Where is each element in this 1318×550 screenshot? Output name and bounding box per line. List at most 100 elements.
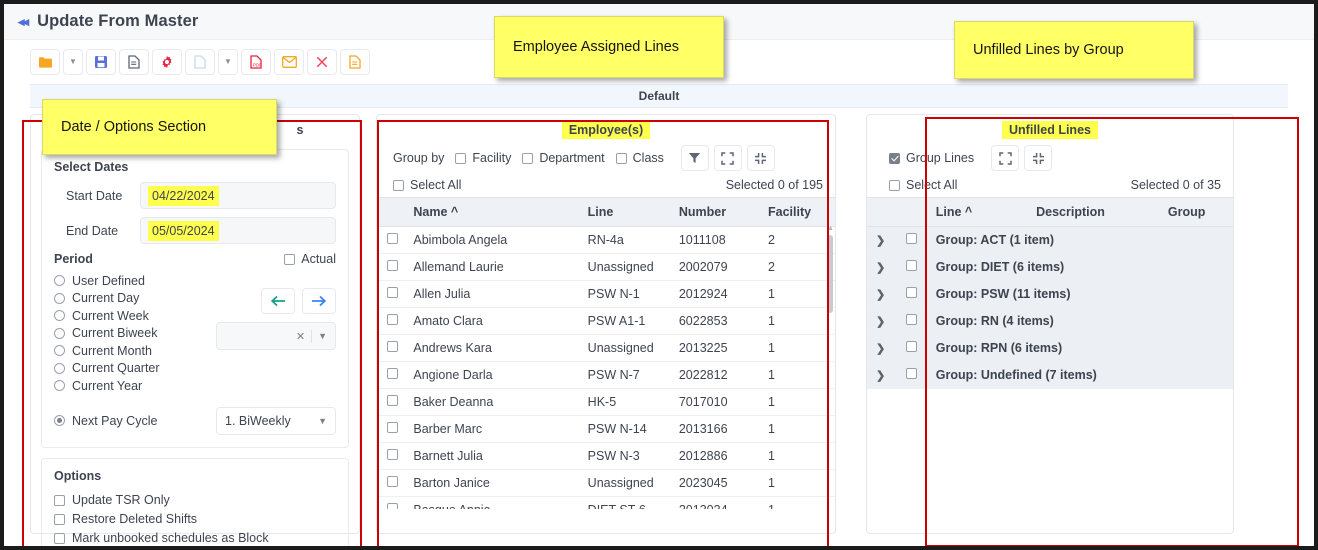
- new-page-dropdown-button[interactable]: ▼: [218, 49, 238, 75]
- checkbox-icon[interactable]: [906, 287, 918, 298]
- checkbox-icon[interactable]: [386, 449, 398, 460]
- next-pay-cycle-option[interactable]: Next Pay Cycle: [54, 412, 157, 430]
- table-row[interactable]: Barton Janice Unassigned 2023045 1: [377, 469, 835, 497]
- row-checkbox-cell[interactable]: [894, 253, 930, 281]
- unfilled-expand-button[interactable]: [991, 145, 1020, 171]
- checkbox-icon[interactable]: [522, 152, 534, 164]
- group-by-department[interactable]: Department: [522, 151, 605, 165]
- table-row[interactable]: ❯ Group: PSW (11 items): [867, 280, 1233, 308]
- table-row[interactable]: Baker Deanna HK-5 7017010 1: [377, 388, 835, 416]
- period-option-current-week[interactable]: Current Week: [54, 307, 208, 325]
- row-checkbox-cell[interactable]: [377, 415, 408, 443]
- end-date-input[interactable]: 05/05/2024: [140, 217, 336, 244]
- row-checkbox-cell[interactable]: [377, 442, 408, 470]
- checkbox-icon[interactable]: [386, 422, 398, 433]
- chevron-down-icon[interactable]: ▼: [318, 331, 327, 341]
- checkbox-icon[interactable]: [889, 179, 900, 191]
- checkbox-icon[interactable]: [889, 152, 900, 164]
- col-line[interactable]: Line: [581, 197, 673, 227]
- period-option-current-biweek[interactable]: Current Biweek: [54, 325, 208, 343]
- period-option-current-year[interactable]: Current Year: [54, 377, 208, 395]
- employee-filter-button[interactable]: [680, 145, 709, 171]
- expander-cell[interactable]: ❯: [867, 307, 895, 335]
- actual-checkbox[interactable]: [284, 253, 296, 265]
- actual-checkbox-row[interactable]: Actual: [284, 252, 336, 266]
- checkbox-icon[interactable]: [906, 233, 918, 244]
- new-page-button[interactable]: [185, 49, 215, 75]
- checkbox-icon[interactable]: [54, 494, 65, 506]
- chevron-right-icon[interactable]: ❯: [876, 343, 885, 355]
- settings-button[interactable]: [152, 49, 182, 75]
- table-row[interactable]: Allemand Laurie Unassigned 2002079 2: [377, 253, 835, 281]
- document-button[interactable]: [119, 49, 149, 75]
- period-option-user-defined[interactable]: User Defined: [54, 272, 208, 290]
- radio-icon[interactable]: [54, 380, 65, 392]
- row-checkbox-cell[interactable]: [377, 388, 408, 416]
- table-row[interactable]: ❯ Group: RPN (6 items): [867, 334, 1233, 362]
- radio-icon[interactable]: [54, 275, 65, 287]
- period-select[interactable]: ✕ ▼: [216, 322, 336, 350]
- report-button[interactable]: [340, 49, 370, 75]
- col-line[interactable]: Line ^: [929, 197, 1031, 227]
- chevron-right-icon[interactable]: ❯: [876, 316, 885, 328]
- col-name[interactable]: Name ^: [407, 197, 582, 227]
- col-facility[interactable]: Facility: [762, 197, 835, 227]
- table-row[interactable]: Basque AnniaDIET ST-620130341: [377, 496, 835, 509]
- radio-icon[interactable]: [54, 292, 65, 304]
- chevron-right-icon[interactable]: ❯: [876, 289, 885, 301]
- col-number[interactable]: Number: [672, 197, 763, 227]
- period-option-current-month[interactable]: Current Month: [54, 342, 208, 360]
- row-checkbox-cell[interactable]: [894, 280, 930, 308]
- checkbox-icon[interactable]: [386, 368, 398, 379]
- option-update-tsr-only[interactable]: Update TSR Only: [54, 491, 336, 510]
- checkbox-icon[interactable]: [906, 368, 918, 379]
- checkbox-icon[interactable]: [386, 341, 398, 352]
- col-group[interactable]: Group: [1161, 197, 1233, 227]
- radio-icon[interactable]: [54, 345, 65, 357]
- export-pdf-button[interactable]: PDF: [241, 49, 271, 75]
- option-mark-unbooked-as-block[interactable]: Mark unbooked schedules as Block: [54, 529, 336, 547]
- checkbox-icon[interactable]: [906, 341, 918, 352]
- table-row[interactable]: ❯ Group: RN (4 items): [867, 307, 1233, 335]
- table-row[interactable]: Barnett Julia PSW N-3 2012886 1: [377, 442, 835, 470]
- row-checkbox-cell[interactable]: [377, 280, 408, 308]
- open-folder-button[interactable]: [30, 49, 60, 75]
- open-folder-dropdown-button[interactable]: ▼: [63, 49, 83, 75]
- row-checkbox-cell[interactable]: [894, 334, 930, 362]
- expander-cell[interactable]: ❯: [867, 334, 895, 362]
- radio-icon[interactable]: [54, 362, 65, 374]
- checkbox-icon[interactable]: [615, 152, 627, 164]
- period-option-current-day[interactable]: Current Day: [54, 290, 208, 308]
- table-row[interactable]: Amato Clara PSW A1-1 6022853 1: [377, 307, 835, 335]
- group-by-class[interactable]: Class: [615, 151, 664, 165]
- employee-expand-button[interactable]: [713, 145, 742, 171]
- row-checkbox-cell[interactable]: [377, 253, 408, 281]
- table-row[interactable]: ❯ Group: DIET (6 items): [867, 253, 1233, 281]
- period-next-button[interactable]: [302, 288, 336, 314]
- save-button[interactable]: [86, 49, 116, 75]
- period-prev-button[interactable]: [261, 288, 295, 314]
- checkbox-icon[interactable]: [906, 314, 918, 325]
- checkbox-icon[interactable]: [386, 260, 398, 271]
- employee-scrollbar[interactable]: ▲: [826, 225, 834, 509]
- row-checkbox-cell[interactable]: [377, 361, 408, 389]
- scroll-up-icon[interactable]: ▲: [827, 225, 834, 232]
- group-lines-checkbox-row[interactable]: Group Lines: [889, 151, 974, 165]
- row-checkbox-cell[interactable]: [894, 361, 930, 389]
- row-checkbox-cell[interactable]: [377, 469, 408, 497]
- table-row[interactable]: Angione Darla PSW N-7 2022812 1: [377, 361, 835, 389]
- table-row[interactable]: Abimbola Angela RN-4a 1011108 2: [377, 226, 835, 254]
- employee-select-all[interactable]: Select All: [393, 178, 461, 192]
- scrollbar-thumb[interactable]: [827, 235, 833, 313]
- radio-icon[interactable]: [54, 310, 65, 322]
- checkbox-icon[interactable]: [906, 260, 918, 271]
- unfilled-select-all[interactable]: Select All: [889, 178, 957, 192]
- checkbox-icon[interactable]: [54, 513, 65, 525]
- close-button[interactable]: [307, 49, 337, 75]
- checkbox-icon[interactable]: [386, 503, 398, 509]
- option-restore-deleted-shifts[interactable]: Restore Deleted Shifts: [54, 510, 336, 529]
- row-checkbox-cell[interactable]: [894, 307, 930, 335]
- checkbox-icon[interactable]: [386, 314, 398, 325]
- expander-cell[interactable]: ❯: [867, 226, 895, 254]
- table-row[interactable]: ❯ Group: ACT (1 item): [867, 226, 1233, 254]
